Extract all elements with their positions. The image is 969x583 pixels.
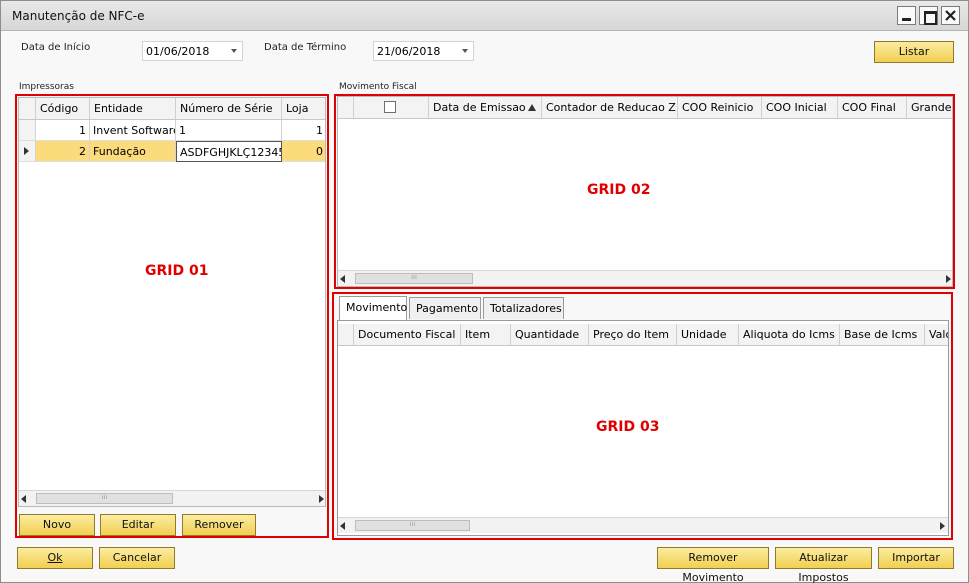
cancel-button[interactable]: Cancelar bbox=[99, 547, 175, 569]
column-header[interactable]: Loja bbox=[282, 98, 325, 120]
column-header[interactable]: Entidade bbox=[90, 98, 176, 120]
cell-entidade[interactable]: Invent Software bbox=[90, 120, 176, 141]
grid-02-label: GRID 02 bbox=[587, 182, 651, 198]
column-header[interactable]: Preço do Item bbox=[589, 324, 677, 346]
scroll-left-icon[interactable] bbox=[340, 522, 345, 530]
column-header[interactable]: Grande T bbox=[907, 97, 952, 119]
sort-ascending-icon bbox=[528, 104, 536, 111]
grid-01-label: GRID 01 bbox=[145, 263, 209, 279]
horizontal-scrollbar[interactable]: ⁞⁞⁞ bbox=[19, 490, 325, 506]
row-header-corner bbox=[19, 98, 36, 120]
scroll-thumb[interactable]: ⁞⁞⁞ bbox=[36, 493, 173, 504]
end-date-label: Data de Término bbox=[264, 42, 347, 53]
tab-movimento[interactable]: Movimento bbox=[339, 296, 407, 320]
column-header[interactable]: Unidade bbox=[677, 324, 739, 346]
select-all-checkbox[interactable] bbox=[384, 101, 396, 113]
column-header[interactable]: Aliquota do Icms bbox=[739, 324, 840, 346]
printers-grid[interactable]: Código Entidade Número de Série Loja 1 I… bbox=[18, 97, 326, 507]
title-bar: Manutenção de NFC-e bbox=[1, 1, 968, 31]
scroll-left-icon[interactable] bbox=[21, 495, 26, 503]
list-button[interactable]: Listar bbox=[874, 41, 954, 63]
tab-totalizadores[interactable]: Totalizadores bbox=[483, 297, 564, 319]
grid-03-label: GRID 03 bbox=[596, 419, 660, 435]
column-header[interactable]: COO Reinicio bbox=[678, 97, 762, 119]
scroll-right-icon[interactable] bbox=[946, 275, 951, 283]
column-header[interactable]: Valo bbox=[925, 324, 948, 346]
ok-button[interactable]: Ok bbox=[17, 547, 93, 569]
scroll-thumb[interactable]: ⁞⁞⁞ bbox=[355, 273, 473, 284]
import-button[interactable]: Importar bbox=[878, 547, 954, 569]
minimize-icon[interactable] bbox=[897, 6, 916, 25]
scroll-left-icon[interactable] bbox=[340, 275, 345, 283]
select-all-column[interactable] bbox=[354, 97, 429, 119]
column-header-label: Data de Emissao bbox=[433, 101, 526, 114]
row-header-corner bbox=[338, 324, 354, 346]
column-header[interactable]: COO Inicial bbox=[762, 97, 838, 119]
column-header[interactable]: Número de Série bbox=[176, 98, 282, 120]
column-header[interactable]: Documento Fiscal bbox=[354, 324, 461, 346]
column-header[interactable]: Código bbox=[36, 98, 90, 120]
fiscal-title: Movimento Fiscal bbox=[339, 82, 417, 92]
chevron-down-icon[interactable] bbox=[462, 49, 468, 53]
start-date-label: Data de Início bbox=[21, 42, 91, 53]
maximize-icon[interactable] bbox=[919, 6, 938, 25]
row-selector[interactable] bbox=[19, 141, 36, 162]
column-header[interactable]: Base de Icms bbox=[840, 324, 925, 346]
cell-serie[interactable]: 1 bbox=[176, 120, 282, 141]
nfce-window: Manutenção de NFC-e Data de Início 01/06… bbox=[0, 0, 969, 583]
scroll-right-icon[interactable] bbox=[940, 522, 945, 530]
remove-button[interactable]: Remover bbox=[182, 514, 256, 536]
current-row-icon bbox=[24, 147, 29, 155]
scroll-right-icon[interactable] bbox=[319, 495, 324, 503]
update-taxes-button[interactable]: Atualizar Impostos bbox=[775, 547, 872, 583]
new-button[interactable]: Novo bbox=[19, 514, 95, 536]
tab-pagamento[interactable]: Pagamento bbox=[409, 297, 481, 319]
column-header[interactable]: COO Final bbox=[838, 97, 907, 119]
start-date-value: 01/06/2018 bbox=[146, 45, 210, 58]
scroll-thumb[interactable]: ⁞⁞⁞ bbox=[355, 520, 470, 531]
cell-entidade[interactable]: Fundação bbox=[90, 141, 176, 162]
column-header[interactable]: Data de Emissao bbox=[429, 97, 542, 119]
horizontal-scrollbar[interactable]: ⁞⁞⁞ bbox=[338, 270, 952, 286]
close-icon[interactable] bbox=[941, 6, 960, 25]
end-date-value: 21/06/2018 bbox=[377, 45, 441, 58]
column-header[interactable]: Quantidade bbox=[511, 324, 589, 346]
chevron-down-icon[interactable] bbox=[231, 49, 237, 53]
column-header[interactable]: Item bbox=[461, 324, 511, 346]
cell-codigo[interactable]: 1 bbox=[36, 120, 90, 141]
end-date-field[interactable]: 21/06/2018 bbox=[373, 41, 474, 61]
cell-loja[interactable]: 0 bbox=[282, 141, 325, 162]
horizontal-scrollbar[interactable]: ⁞⁞⁞ bbox=[338, 517, 948, 533]
row-header-corner bbox=[338, 97, 354, 119]
cell-loja[interactable]: 1 bbox=[282, 120, 325, 141]
remove-movement-button[interactable]: Remover Movimento bbox=[657, 547, 769, 583]
row-selector[interactable] bbox=[19, 120, 36, 141]
cell-codigo[interactable]: 2 bbox=[36, 141, 90, 162]
start-date-field[interactable]: 01/06/2018 bbox=[142, 41, 243, 61]
window-title: Manutenção de NFC-e bbox=[12, 9, 145, 23]
printers-title: Impressoras bbox=[19, 82, 74, 92]
cell-serie[interactable]: ASDFGHJKLÇ123456 bbox=[176, 141, 282, 162]
edit-button[interactable]: Editar bbox=[100, 514, 176, 536]
column-header[interactable]: Contador de Reducao Z bbox=[542, 97, 678, 119]
